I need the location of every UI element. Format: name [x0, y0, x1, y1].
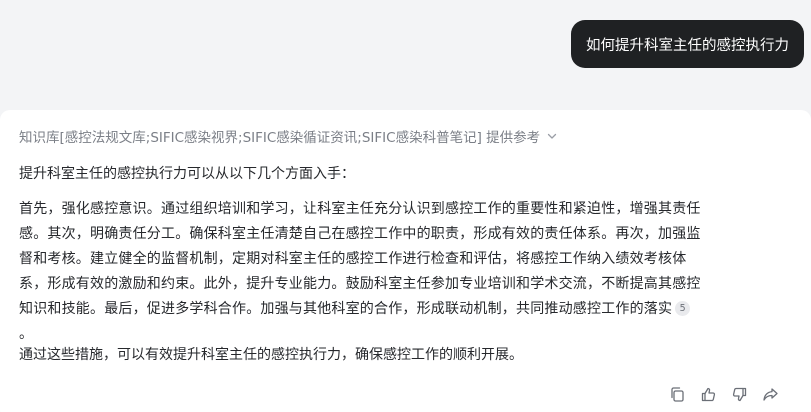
- answer-line-with-ref: 知识和技能。最后，促进多学科合作。加强与其他科室的合作，形成联动机制，共同推动感…: [19, 297, 793, 322]
- answer-line: 首先，强化感控意识。通过组织培训和学习，让科室主任充分认识到感控工作的重要性和紧…: [19, 201, 701, 217]
- reference-badge[interactable]: 5: [675, 301, 691, 316]
- thumbs-down-icon[interactable]: [731, 386, 748, 403]
- answer-line: 。: [19, 326, 34, 339]
- share-icon[interactable]: [762, 386, 779, 403]
- knowledge-base-source-toggle[interactable]: 知识库[感控法规文库;SIFIC感染视界;SIFIC感染循证资讯;SIFIC感染…: [19, 126, 558, 146]
- user-message-bubble: 如何提升科室主任的感控执行力: [571, 20, 804, 68]
- knowledge-base-source-text: 知识库[感控法规文库;SIFIC感染视界;SIFIC感染循证资讯;SIFIC感染…: [19, 130, 541, 146]
- user-message-text: 如何提升科室主任的感控执行力: [586, 37, 789, 54]
- answer-intro: 提升科室主任的感控执行力可以从以下几个方面入手：: [19, 166, 355, 182]
- assistant-answer-card: 知识库[感控法规文库;SIFIC感染视界;SIFIC感染循证资讯;SIFIC感染…: [0, 110, 811, 412]
- chat-page: 如何提升科室主任的感控执行力 知识库[感控法规文库;SIFIC感染视界;SIFI…: [0, 0, 811, 412]
- answer-line: 督和考核。建立健全的监督机制，定期对科室主任的感控工作进行检查和评估，将感控工作…: [19, 251, 687, 267]
- answer-body: 提升科室主任的感控执行力可以从以下几个方面入手： 首先，强化感控意识。通过组织培…: [19, 162, 793, 368]
- answer-line: 感。其次，明确责任分工。确保科室主任清楚自己在感控工作中的职责，形成有效的责任体…: [19, 226, 701, 242]
- answer-conclusion: 通过这些措施，可以有效提升科室主任的感控执行力，确保感控工作的顺利开展。: [19, 347, 523, 363]
- answer-line-text: 知识和技能。最后，促进多学科合作。加强与其他科室的合作，形成联动机制，共同推动感…: [19, 301, 673, 317]
- answer-line: 系，形成有效的激励和约束。此外，提升专业能力。鼓励科室主任参加专业培训和学术交流…: [19, 276, 701, 292]
- chevron-down-icon: [546, 130, 558, 142]
- answer-main-paragraph: 首先，强化感控意识。通过组织培训和学习，让科室主任充分认识到感控工作的重要性和紧…: [19, 197, 793, 339]
- thumbs-up-icon[interactable]: [700, 386, 717, 403]
- answer-action-bar: [669, 386, 779, 403]
- copy-icon[interactable]: [669, 386, 686, 403]
